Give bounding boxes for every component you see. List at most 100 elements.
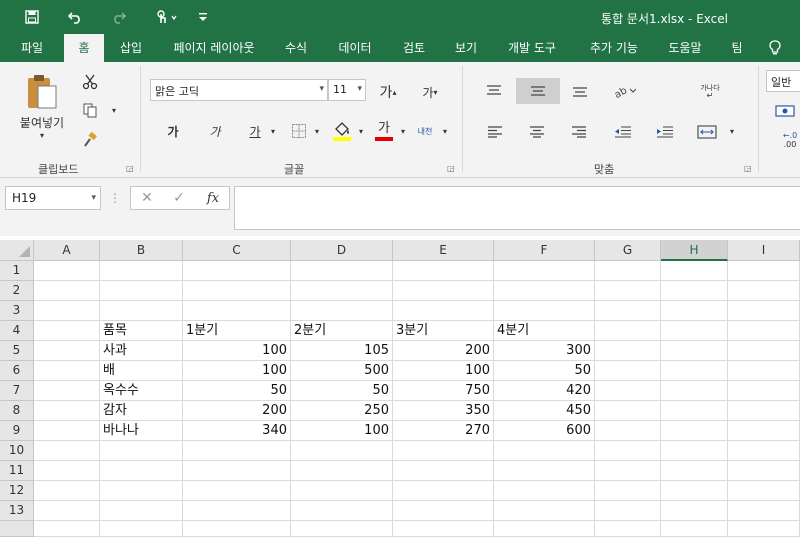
table-cell[interactable] [494,261,595,281]
tab-add-ins[interactable]: 추가 기능 [578,34,650,62]
table-cell[interactable] [595,521,661,537]
table-cell[interactable] [595,381,661,401]
table-cell[interactable] [100,481,183,501]
decimal-icon[interactable]: ←.0 .00 [778,128,800,152]
table-cell[interactable] [595,401,661,421]
tab-help[interactable]: 도움말 [660,34,710,62]
table-cell[interactable]: 100 [183,361,291,381]
table-cell[interactable]: 100 [291,421,393,441]
align-bottom-icon[interactable] [566,78,594,104]
table-cell[interactable]: 750 [393,381,494,401]
font-size-select[interactable]: 11 ▾ [328,79,366,101]
table-cell[interactable] [728,381,800,401]
table-cell[interactable]: 250 [291,401,393,421]
paste-button[interactable]: 붙여넣기 [14,114,70,130]
touch-mode-icon[interactable] [152,8,182,26]
table-cell[interactable] [291,261,393,281]
row-header[interactable]: 7 [0,381,34,401]
table-cell[interactable] [661,481,728,501]
paste-dropdown-icon[interactable]: ▾ [36,130,48,140]
table-cell[interactable] [728,341,800,361]
row-header[interactable]: 10 [0,441,34,461]
table-cell[interactable] [728,421,800,441]
row-header[interactable]: 2 [0,281,34,301]
underline-dropdown-icon[interactable]: ▾ [268,124,278,138]
table-cell[interactable]: 사과 [100,341,183,361]
column-header-a[interactable]: A [34,240,100,261]
tab-data[interactable]: 데이터 [326,34,384,62]
insert-function-button[interactable]: fx [201,189,225,207]
table-cell[interactable] [661,321,728,341]
table-cell[interactable]: 바나나 [100,421,183,441]
table-cell[interactable] [393,461,494,481]
table-cell[interactable] [393,281,494,301]
font-color-dropdown-icon[interactable]: ▾ [398,124,408,138]
table-cell[interactable] [661,281,728,301]
table-cell[interactable] [728,501,800,521]
table-cell[interactable] [595,321,661,341]
align-middle-icon[interactable] [516,78,560,104]
column-header-i[interactable]: I [728,240,800,261]
tab-file[interactable]: 파일 [10,34,54,62]
phonetic-dropdown-icon[interactable]: ▾ [440,124,450,138]
table-cell[interactable] [595,281,661,301]
name-box[interactable]: H19 ▾ [5,186,101,210]
table-cell[interactable] [393,441,494,461]
table-cell[interactable] [494,481,595,501]
table-cell[interactable] [494,301,595,321]
align-center-icon[interactable] [524,120,550,144]
row-header[interactable]: 1 [0,261,34,281]
table-cell[interactable]: 50 [183,381,291,401]
tab-page-layout[interactable]: 페이지 레이아웃 [160,34,268,62]
tab-developer[interactable]: 개발 도구 [496,34,568,62]
tab-formulas[interactable]: 수식 [276,34,316,62]
table-cell[interactable]: 배 [100,361,183,381]
table-cell[interactable] [661,361,728,381]
decrease-indent-icon[interactable] [610,120,636,144]
table-cell[interactable] [100,461,183,481]
table-cell[interactable] [661,381,728,401]
table-cell[interactable]: 350 [393,401,494,421]
table-cell[interactable] [183,261,291,281]
enter-icon[interactable]: ✓ [169,189,189,207]
tab-team[interactable]: 팀 [722,34,752,62]
table-cell[interactable] [728,301,800,321]
currency-icon[interactable] [772,100,798,122]
table-cell[interactable] [661,521,728,537]
alignment-launcher-icon[interactable]: ◲ [744,164,752,173]
table-cell[interactable] [34,261,100,281]
table-cell[interactable] [100,521,183,537]
table-cell[interactable]: 50 [494,361,595,381]
table-cell[interactable] [595,361,661,381]
table-cell[interactable]: 100 [183,341,291,361]
customize-icon[interactable] [196,8,210,26]
table-cell[interactable] [728,521,800,537]
table-cell[interactable] [100,441,183,461]
row-header[interactable]: 4 [0,321,34,341]
table-cell[interactable] [728,361,800,381]
table-cell[interactable] [34,361,100,381]
table-cell[interactable] [34,281,100,301]
table-cell[interactable] [34,461,100,481]
column-header-h[interactable]: H [661,240,728,261]
font-launcher-icon[interactable]: ◲ [447,164,455,173]
wrap-text-button[interactable]: 가나다 ↵ [696,80,724,104]
column-header-g[interactable]: G [595,240,661,261]
table-cell[interactable] [728,441,800,461]
table-cell[interactable]: 450 [494,401,595,421]
lightbulb-icon[interactable] [764,34,786,62]
table-cell[interactable] [595,501,661,521]
shrink-font-button[interactable]: 가 ▾ [418,80,442,104]
table-cell[interactable] [661,501,728,521]
fill-color-dropdown-icon[interactable]: ▾ [356,124,366,138]
table-cell[interactable]: 420 [494,381,595,401]
column-header-b[interactable]: B [100,240,183,261]
clipboard-launcher-icon[interactable]: ◲ [126,164,134,173]
table-cell[interactable] [494,281,595,301]
table-cell[interactable] [100,281,183,301]
increase-indent-icon[interactable] [652,120,678,144]
table-cell[interactable] [494,461,595,481]
table-cell[interactable] [183,521,291,537]
merge-dropdown-icon[interactable]: ▾ [726,124,738,138]
table-cell[interactable]: 감자 [100,401,183,421]
